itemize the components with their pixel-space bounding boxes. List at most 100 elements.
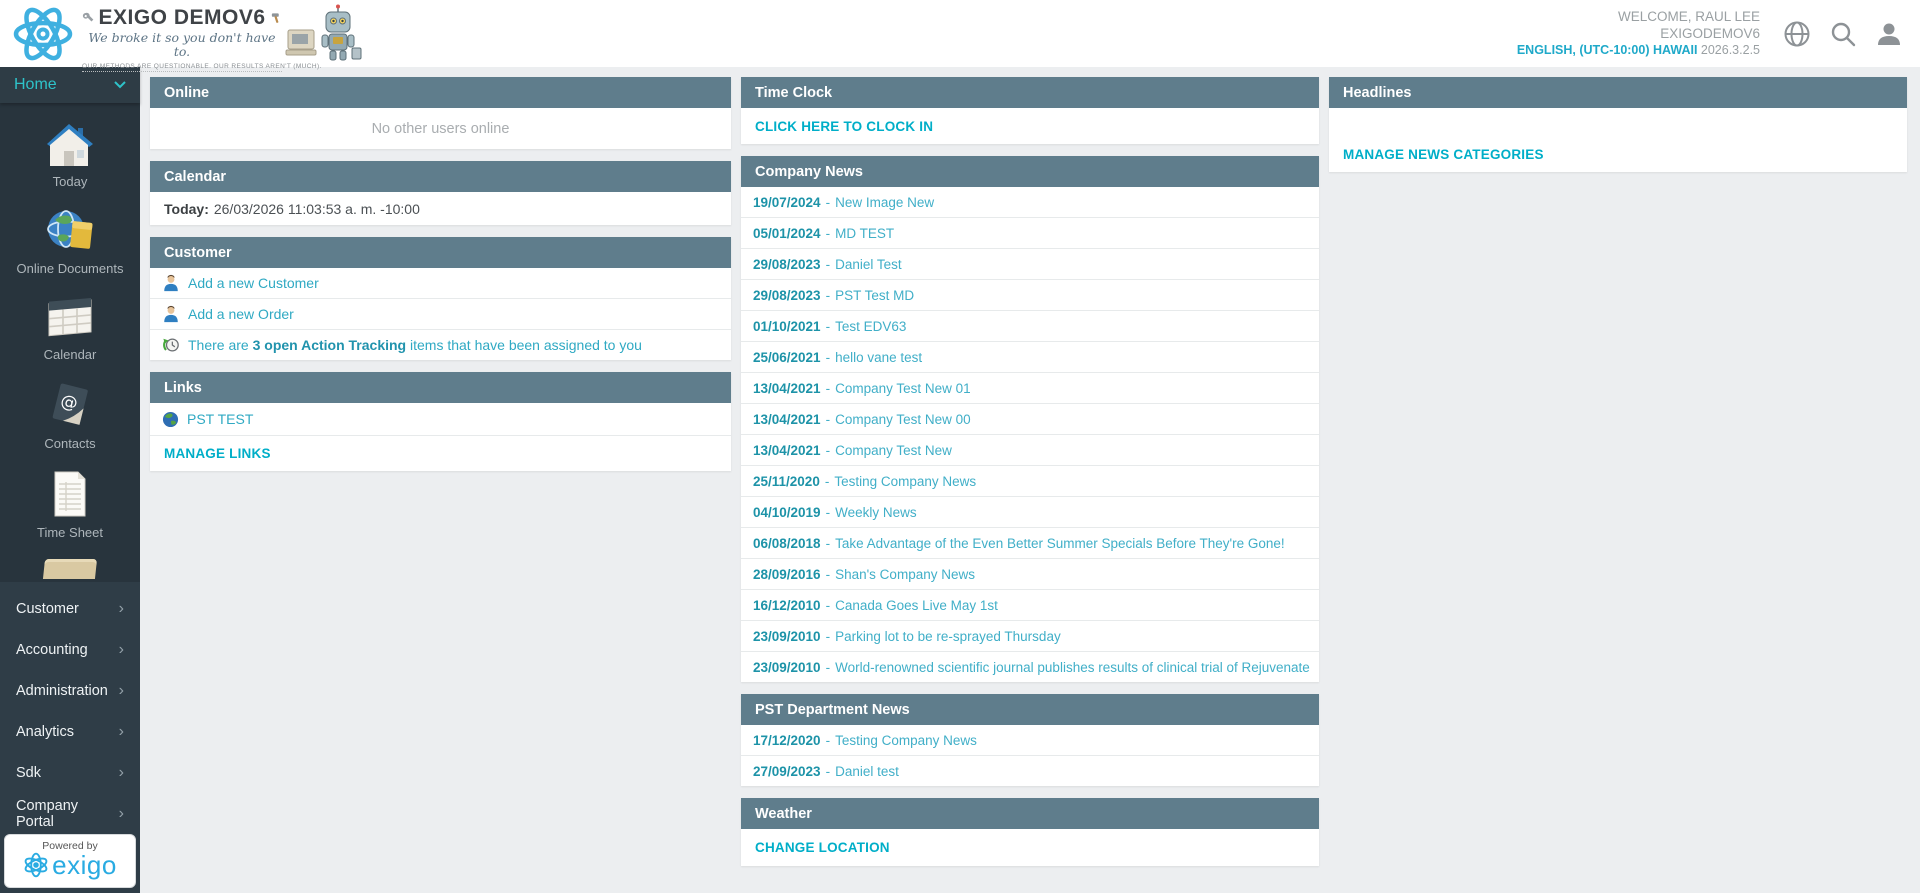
news-item[interactable]: 29/08/2023 - Daniel Test	[741, 248, 1319, 279]
news-date[interactable]: 13/04/2021	[753, 412, 821, 427]
manage-news-categories-button[interactable]: MANAGE NEWS CATEGORIES	[1329, 137, 1907, 172]
calendar-grid-icon	[45, 296, 95, 340]
news-item[interactable]: 23/09/2010 - Parking lot to be re-spraye…	[741, 620, 1319, 651]
news-separator: -	[826, 660, 831, 675]
news-date[interactable]: 19/07/2024	[753, 195, 821, 210]
sidebar-item-contacts[interactable]: @ Contacts	[0, 381, 140, 451]
news-title[interactable]: Company Test New 01	[835, 381, 971, 396]
news-title[interactable]: Testing Company News	[835, 733, 977, 748]
news-date[interactable]: 13/04/2021	[753, 443, 821, 458]
news-title[interactable]: Company Test New 00	[835, 412, 971, 427]
news-date[interactable]: 16/12/2010	[753, 598, 821, 613]
sidebar-menu-item[interactable]: Accounting ›	[0, 629, 140, 670]
news-date[interactable]: 13/04/2021	[753, 381, 821, 396]
add-order-link[interactable]: Add a new Order	[150, 298, 731, 329]
news-title[interactable]: PST Test MD	[835, 288, 914, 303]
menu-item-label: Sdk	[16, 765, 41, 781]
globe-link-icon	[162, 411, 179, 428]
news-item[interactable]: 29/08/2023 - PST Test MD	[741, 279, 1319, 310]
news-item[interactable]: 06/08/2018 - Take Advantage of the Even …	[741, 527, 1319, 558]
news-item[interactable]: 25/06/2021 - hello vane test	[741, 341, 1319, 372]
news-separator: -	[826, 443, 831, 458]
news-date[interactable]: 28/09/2016	[753, 567, 821, 582]
app-logo[interactable]: EXIGO DEMOV6 We broke it so you don't ha…	[12, 2, 362, 72]
add-order-label: Add a new Order	[188, 306, 294, 322]
person-icon	[162, 305, 180, 323]
locale-link[interactable]: ENGLISH, (UTC-10:00) HAWAII	[1517, 43, 1698, 57]
panel-title: Time Clock	[741, 77, 1319, 108]
sidebar-item-time-sheet[interactable]: Time Sheet	[0, 470, 140, 540]
globe-icon[interactable]	[1782, 19, 1812, 49]
sidebar-menu-item[interactable]: Company Portal ›	[0, 793, 140, 834]
news-date[interactable]: 06/08/2018	[753, 536, 821, 551]
news-title[interactable]: MD TEST	[835, 226, 894, 241]
news-date[interactable]: 27/09/2023	[753, 764, 821, 779]
user-icon[interactable]	[1874, 19, 1904, 49]
news-title[interactable]: World-renowned scientific journal publis…	[835, 660, 1310, 675]
sidebar-menu-item[interactable]: Analytics ›	[0, 711, 140, 752]
sidebar-menu-item[interactable]: Administration ›	[0, 670, 140, 711]
news-title[interactable]: Company Test New	[835, 443, 952, 458]
news-separator: -	[826, 257, 831, 272]
sidebar-item-today[interactable]: Today	[0, 123, 140, 189]
sidebar-menu-item[interactable]: Customer ›	[0, 588, 140, 629]
manage-links-button[interactable]: MANAGE LINKS	[150, 435, 731, 471]
panel-title: PST Department News	[741, 694, 1319, 725]
news-item[interactable]: 23/09/2010 - World-renowned scientific j…	[741, 651, 1319, 682]
news-date[interactable]: 29/08/2023	[753, 257, 821, 272]
panel-title: Weather	[741, 798, 1319, 829]
news-item[interactable]: 13/04/2021 - Company Test New	[741, 434, 1319, 465]
news-item[interactable]: 01/10/2021 - Test EDV63	[741, 310, 1319, 341]
top-header: EXIGO DEMOV6 We broke it so you don't ha…	[0, 0, 1920, 67]
sidebar-item-calendar[interactable]: Calendar	[0, 296, 140, 362]
today-label: Today:	[164, 201, 209, 217]
news-title[interactable]: Testing Company News	[834, 474, 976, 489]
news-date[interactable]: 23/09/2010	[753, 660, 821, 675]
dashboard: Online No other users online Calendar To…	[150, 77, 1907, 878]
news-item[interactable]: 13/04/2021 - Company Test New 01	[741, 372, 1319, 403]
news-date[interactable]: 23/09/2010	[753, 629, 821, 644]
news-date[interactable]: 25/11/2020	[753, 474, 820, 489]
news-date[interactable]: 29/08/2023	[753, 288, 821, 303]
link-item-pst-test[interactable]: PST TEST	[150, 403, 731, 435]
customer-panel: Customer Add a new Customer	[150, 237, 731, 360]
news-title[interactable]: Parking lot to be re-sprayed Thursday	[835, 629, 1061, 644]
news-item[interactable]: 27/09/2023 - Daniel test	[741, 755, 1319, 786]
news-date[interactable]: 05/01/2024	[753, 226, 821, 241]
sidebar-item-partial[interactable]	[0, 559, 140, 579]
exigo-atom-icon	[23, 852, 49, 878]
powered-by-exigo[interactable]: Powered by exigo	[4, 834, 136, 888]
news-item[interactable]: 17/12/2020 - Testing Company News	[741, 725, 1319, 755]
news-title[interactable]: Weekly News	[835, 505, 917, 520]
news-item[interactable]: 19/07/2024 - New Image New	[741, 187, 1319, 217]
search-icon[interactable]	[1828, 19, 1858, 49]
news-title[interactable]: Canada Goes Live May 1st	[835, 598, 998, 613]
logo-tagline: We broke it so you don't have to.	[82, 31, 282, 60]
sidebar-item-online-documents[interactable]: Online Documents	[0, 208, 140, 276]
clock-in-button[interactable]: CLICK HERE TO CLOCK IN	[741, 108, 1319, 144]
news-item[interactable]: 28/09/2016 - Shan's Company News	[741, 558, 1319, 589]
news-title[interactable]: Take Advantage of the Even Better Summer…	[835, 536, 1285, 551]
news-title[interactable]: Shan's Company News	[835, 567, 975, 582]
news-title[interactable]: Daniel test	[835, 764, 899, 779]
news-date[interactable]: 04/10/2019	[753, 505, 821, 520]
news-title[interactable]: Test EDV63	[835, 319, 906, 334]
news-item[interactable]: 13/04/2021 - Company Test New 00	[741, 403, 1319, 434]
change-location-button[interactable]: CHANGE LOCATION	[741, 829, 1319, 866]
menu-item-label: Analytics	[16, 724, 74, 740]
sidebar-item-home[interactable]: Home	[0, 67, 140, 103]
sidebar-menu-item[interactable]: Sdk ›	[0, 752, 140, 793]
news-item[interactable]: 16/12/2010 - Canada Goes Live May 1st	[741, 589, 1319, 620]
news-title[interactable]: Daniel Test	[835, 257, 902, 272]
news-title[interactable]: hello vane test	[835, 350, 922, 365]
action-tracking-link[interactable]: There are 3 open Action Tracking items t…	[150, 329, 731, 360]
news-date[interactable]: 01/10/2021	[753, 319, 821, 334]
news-item[interactable]: 25/11/2020 - Testing Company News	[741, 465, 1319, 496]
news-item[interactable]: 04/10/2019 - Weekly News	[741, 496, 1319, 527]
add-customer-link[interactable]: Add a new Customer	[150, 268, 731, 298]
news-date[interactable]: 17/12/2020	[753, 733, 821, 748]
chevron-right-icon: ›	[119, 805, 124, 823]
news-date[interactable]: 25/06/2021	[753, 350, 821, 365]
news-item[interactable]: 05/01/2024 - MD TEST	[741, 217, 1319, 248]
news-title[interactable]: New Image New	[835, 195, 934, 210]
